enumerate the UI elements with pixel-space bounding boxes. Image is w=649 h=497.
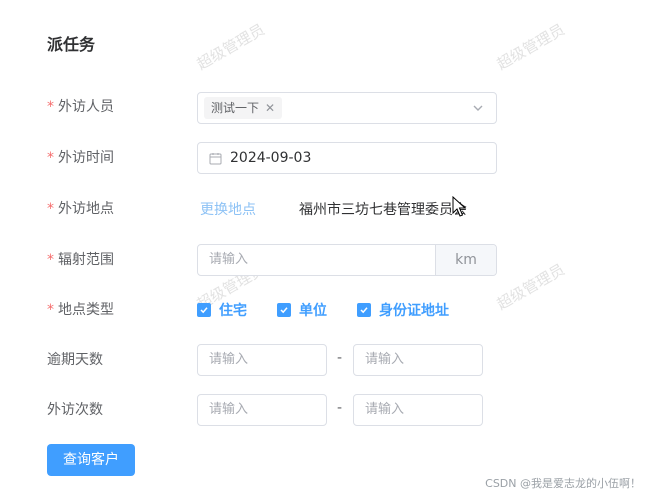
- calendar-icon: [209, 153, 222, 165]
- overdue-days-label: 逾期天数: [47, 352, 103, 368]
- visit-time-label: * 外访时间: [47, 150, 114, 166]
- visit-date-picker[interactable]: 2024-09-03: [197, 142, 497, 174]
- placeholder: 请输入: [365, 352, 405, 367]
- check-icon: [197, 303, 211, 317]
- placeholder: 请输入: [209, 352, 249, 367]
- check-icon: [357, 303, 371, 317]
- range-separator: -: [337, 350, 343, 366]
- overdue-days-to-input[interactable]: 请输入: [353, 344, 483, 376]
- place-type-label: * 地点类型: [47, 302, 114, 318]
- footer-credit: CSDN @我是爱志龙的小伍啊！: [485, 477, 641, 490]
- watermark: 超级管理员: [493, 260, 568, 314]
- visit-address: 福州市三坊七巷管理委员会: [299, 202, 467, 218]
- checkbox-id-address[interactable]: 身份证地址: [357, 300, 449, 320]
- visit-date-value: 2024-09-03: [230, 150, 312, 166]
- visit-count-to-input[interactable]: 请输入: [353, 394, 483, 426]
- close-icon[interactable]: ✕: [265, 97, 275, 119]
- watermark: 超级管理员: [193, 20, 268, 74]
- checkbox-label: 单位: [299, 303, 327, 319]
- check-icon: [277, 303, 291, 317]
- checkbox-workplace[interactable]: 单位: [277, 300, 327, 320]
- checkbox-label: 住宅: [219, 303, 247, 319]
- radius-input[interactable]: 请输入 km: [197, 244, 497, 276]
- chevron-down-icon: [473, 105, 483, 111]
- visitor-label: * 外访人员: [47, 99, 114, 115]
- change-place-link[interactable]: 更换地点: [200, 199, 256, 219]
- visit-place-label: * 外访地点: [47, 201, 114, 217]
- mouse-cursor-icon: [452, 196, 467, 217]
- overdue-days-from-input[interactable]: 请输入: [197, 344, 327, 376]
- radius-unit: km: [435, 245, 496, 275]
- visitor-tag-label: 测试一下: [211, 101, 260, 115]
- page-title: 派任务: [47, 35, 96, 54]
- visit-count-label: 外访次数: [47, 402, 103, 418]
- placeholder: 请输入: [365, 402, 405, 417]
- visitor-tag: 测试一下 ✕: [204, 97, 283, 119]
- checkbox-label: 身份证地址: [379, 303, 449, 319]
- range-separator: -: [337, 400, 343, 416]
- radius-label: * 辐射范围: [47, 252, 114, 268]
- watermark: 超级管理员: [493, 20, 568, 74]
- placeholder: 请输入: [209, 402, 249, 417]
- visit-count-from-input[interactable]: 请输入: [197, 394, 327, 426]
- visitor-select[interactable]: 测试一下 ✕: [197, 92, 497, 124]
- required-mark: *: [47, 99, 54, 115]
- query-customer-button[interactable]: 查询客户: [47, 444, 135, 476]
- checkbox-residence[interactable]: 住宅: [197, 300, 247, 320]
